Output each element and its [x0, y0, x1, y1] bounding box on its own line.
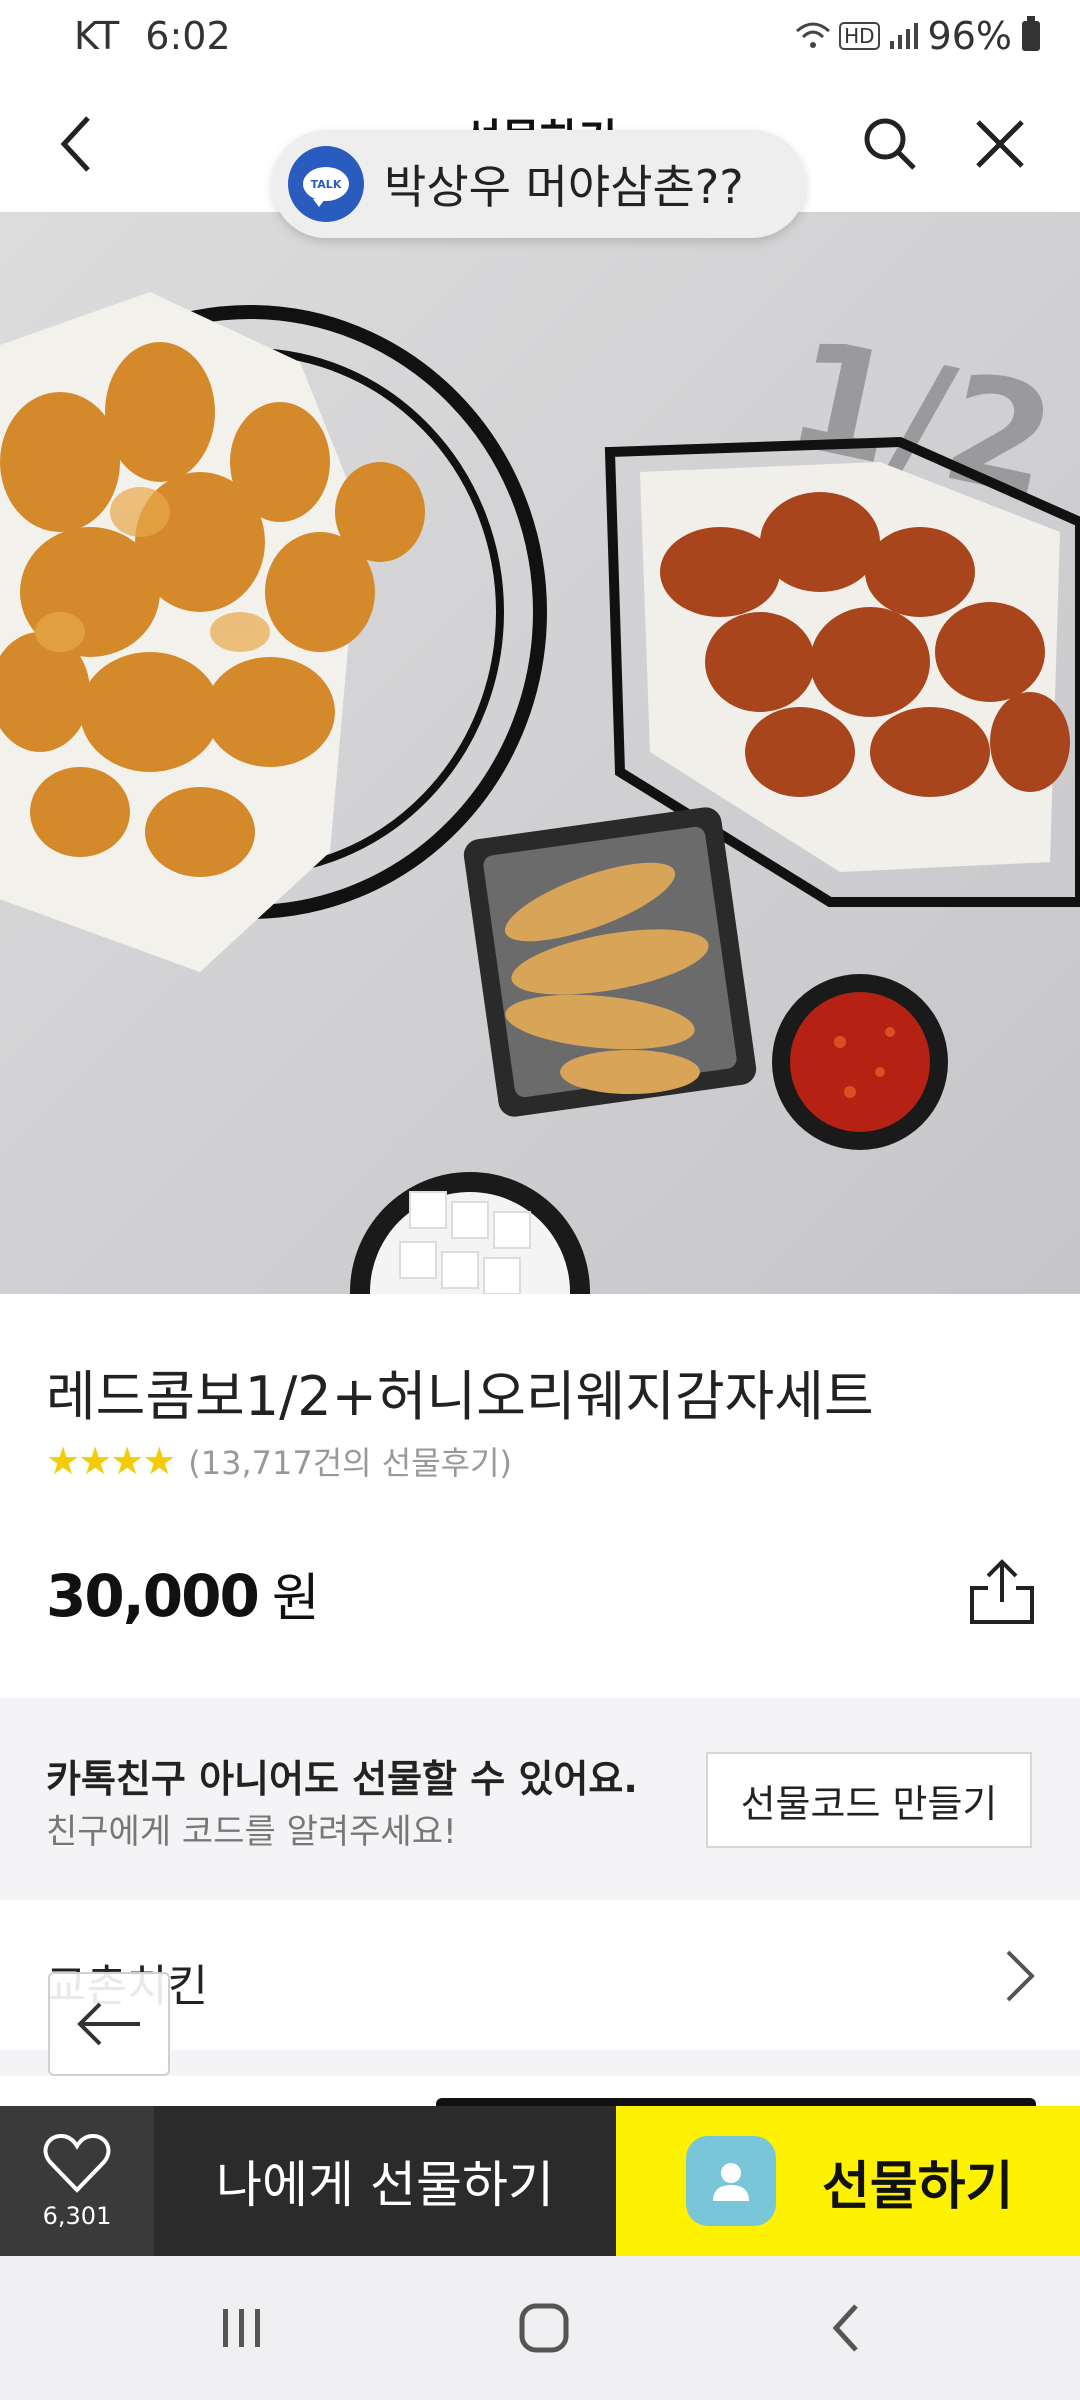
status-bar: KT 6:02 HD 96% [0, 0, 1080, 76]
wish-button[interactable]: 6,301 [0, 2106, 154, 2256]
status-icons: HD [795, 21, 918, 51]
chevron-left-icon [60, 116, 90, 172]
gift-button-label: 선물하기 [822, 2156, 1014, 2217]
rating-row[interactable]: ★★★★ (13,717건의 선물후기) [46, 1438, 512, 1484]
battery-icon [1022, 16, 1040, 51]
status-right: HD 96% [795, 14, 1040, 58]
recent-apps-button[interactable] [202, 2288, 282, 2368]
hd-badge: HD [839, 22, 880, 50]
gift-code-subtitle: 친구에게 코드를 알려주세요! [46, 1812, 457, 1852]
search-icon [864, 118, 916, 170]
friend-avatar-icon [686, 2136, 776, 2226]
heart-icon [43, 2133, 111, 2193]
review-count: (13,717건의 선물후기) [188, 1444, 513, 1482]
close-icon [976, 120, 1024, 168]
search-button[interactable] [850, 104, 930, 184]
home-icon [519, 2303, 569, 2353]
kakaotalk-icon: TALK [288, 146, 364, 222]
price-unit: 원 [271, 1569, 320, 1629]
signal-icon [889, 23, 918, 49]
share-icon [970, 1559, 1034, 1624]
talk-message: 박상우 머야삼촌?? [384, 160, 744, 214]
arrow-left-icon [77, 2002, 140, 2046]
product-image: 1/2 [0, 212, 1080, 1294]
gift-code-title: 카톡친구 아니어도 선물할 수 있어요. [46, 1757, 638, 1801]
carrier-label: KT [74, 14, 120, 58]
star-rating: ★★★★ [46, 1439, 176, 1483]
system-back-button[interactable] [806, 2288, 886, 2368]
gift-button[interactable]: 선물하기 [616, 2106, 1080, 2256]
home-button[interactable] [504, 2288, 584, 2368]
wifi-icon [796, 22, 831, 48]
recents-icon [223, 2309, 260, 2347]
product-name: 레드콤보1/2+허니오리웨지감자세트 [46, 1365, 874, 1428]
floating-back-button[interactable] [48, 1972, 170, 2076]
clock: 6:02 [145, 14, 231, 58]
status-carrier: KT 6:02 [74, 14, 231, 58]
talk-notification-toast[interactable]: TALK 박상우 머야삼촌?? [272, 130, 806, 238]
price-value: 30,000 [46, 1562, 260, 1630]
create-gift-code-button[interactable]: 선물코드 만들기 [706, 1752, 1032, 1848]
talk-bubble: TALK [303, 167, 349, 207]
bottom-action-bar: 6,301 나에게 선물하기 선물하기 [0, 2106, 1080, 2256]
battery-percent: 96% [927, 14, 1012, 58]
close-button[interactable] [960, 104, 1040, 184]
back-icon [832, 2304, 858, 2352]
price-row: 30,000 원 [46, 1556, 320, 1631]
system-nav-bar [0, 2256, 1080, 2400]
gift-to-self-button[interactable]: 나에게 선물하기 [154, 2106, 616, 2256]
person-icon [713, 2163, 749, 2201]
wish-count: 6,301 [42, 2202, 112, 2230]
chevron-right-icon [1006, 1950, 1035, 2002]
gift-code-section: 카톡친구 아니어도 선물할 수 있어요. 친구에게 코드를 알려주세요! 선물코… [0, 1698, 1080, 1900]
back-button[interactable] [36, 104, 116, 184]
product-photo: 1/2 [0, 292, 1080, 1294]
share-button[interactable] [966, 1556, 1038, 1628]
